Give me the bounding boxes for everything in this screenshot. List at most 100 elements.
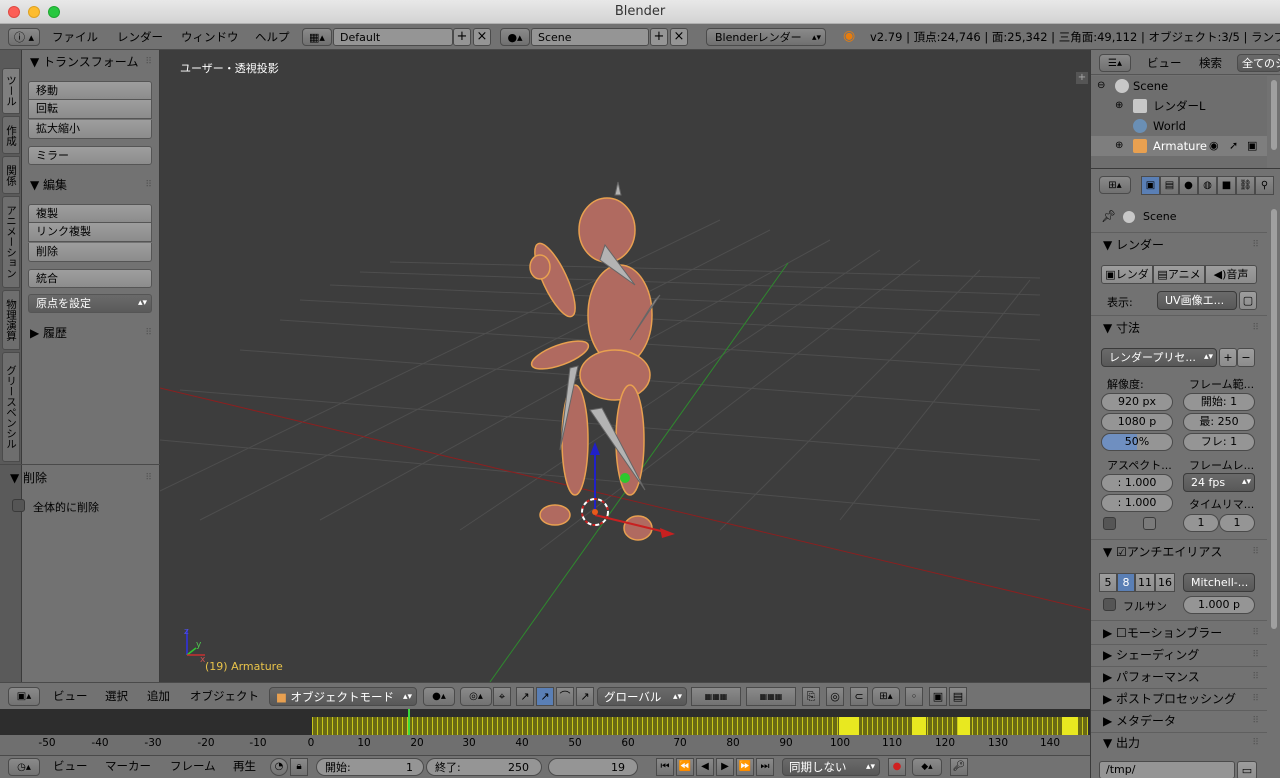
remap-old-field[interactable]: 1	[1183, 514, 1219, 532]
jump-keyframe-back-icon[interactable]: ⏪	[676, 758, 694, 776]
remove-layout-button[interactable]: ×	[473, 28, 491, 46]
resolution-y-field[interactable]: 1080 p	[1101, 413, 1173, 431]
start-frame-field[interactable]: 開始: 1	[316, 758, 424, 776]
delete-button[interactable]: 削除	[28, 243, 152, 262]
scene-field[interactable]: Scene	[531, 28, 649, 46]
resolution-percent-field[interactable]: 50%	[1101, 433, 1173, 451]
current-frame-line[interactable]	[408, 709, 410, 737]
keyframe-insert-icon[interactable]: 🔑︎	[950, 758, 968, 776]
translate-manipulator-icon[interactable]: ↗	[516, 687, 534, 706]
outliner-scrollbar[interactable]	[1271, 80, 1277, 150]
expand-icon[interactable]: ⊕	[1115, 96, 1123, 116]
render-panel-header[interactable]: ▼ レンダー ⠿	[1091, 235, 1267, 255]
keying-set-dropdown[interactable]: ◆▴	[912, 758, 942, 776]
resolution-x-field[interactable]: 920 px	[1101, 393, 1173, 411]
timeline-editor[interactable]: -50 -40 -30 -20 -10 0 10 20 30 40 50 60 …	[0, 709, 1090, 755]
browse-folder-icon[interactable]: ▭	[1237, 761, 1257, 778]
aspect-y-field[interactable]: : 1.000	[1101, 494, 1173, 512]
framerate-dropdown[interactable]: 24 fps ▴▾	[1183, 473, 1255, 492]
animation-button[interactable]: ▤アニメ	[1153, 265, 1205, 284]
translate-button[interactable]: 移動	[28, 81, 152, 100]
scale-button[interactable]: 拡大縮小	[28, 120, 152, 139]
frame-start-field[interactable]: 開始: 1	[1183, 393, 1255, 411]
duplicate-button[interactable]: 複製	[28, 204, 152, 223]
auto-keying-record-icon[interactable]: ●	[888, 758, 906, 776]
3d-viewport[interactable]: z y x ユーザー・透視投影 (19) Armature +	[160, 50, 1090, 682]
tab-constraints[interactable]: ⛓	[1236, 176, 1255, 195]
lock-layers-icon[interactable]: ⎘	[802, 687, 820, 706]
aspect-x-field[interactable]: : 1.000	[1101, 474, 1173, 492]
outliner-row-renderlayer[interactable]: ⊕ レンダーL	[1091, 96, 1267, 116]
preview-range-icon[interactable]: ◔	[270, 758, 288, 776]
expand-icon[interactable]: ⊕	[1115, 136, 1123, 156]
full-sample-checkbox[interactable]	[1103, 598, 1116, 611]
outliner-menu-view[interactable]: ビュー	[1147, 54, 1182, 72]
tab-armature[interactable]: ⚲	[1255, 176, 1274, 195]
eye-icon[interactable]: ◉	[1209, 136, 1219, 156]
outliner-display-mode-dropdown[interactable]: 全てのシ	[1237, 54, 1280, 72]
tab-object[interactable]: ■	[1217, 176, 1236, 195]
post-processing-panel-header[interactable]: ▶ ポストプロセッシング ⠿	[1091, 689, 1267, 709]
editor-type-outliner-button[interactable]: ☰▴	[1099, 54, 1131, 72]
jump-keyframe-forward-icon[interactable]: ⏩	[736, 758, 754, 776]
tab-create[interactable]: 作成	[2, 116, 20, 154]
outliner[interactable]: ☰▴ ビュー 検索 全てのシ ⊖ Scene ⊕ レンダーL World ⊕ A…	[1090, 50, 1280, 168]
menu-help[interactable]: ヘルプ	[255, 28, 290, 46]
display-dropdown[interactable]: UV画像エ...	[1157, 291, 1237, 310]
proportional-edit-icon[interactable]: ◎	[826, 687, 844, 706]
camera-icon[interactable]: ▣	[1247, 136, 1257, 156]
outliner-row-scene[interactable]: ⊖ Scene	[1091, 76, 1267, 96]
tab-scene[interactable]: ●	[1179, 176, 1198, 195]
aa-samples-11[interactable]: 11	[1135, 573, 1155, 592]
timeline-menu-playback[interactable]: 再生	[233, 758, 256, 776]
menu-view[interactable]: ビュー	[53, 687, 88, 706]
properties-editor[interactable]: ⊞▴ ▣ ▤ ● ◍ ■ ⛓ ⚲ 📌︎ Scene ▼ レンダー ⠿ ▣レンダ ▤…	[1090, 168, 1280, 778]
cursor-icon[interactable]: ➚	[1229, 136, 1238, 156]
tab-relations[interactable]: 関係	[2, 156, 20, 194]
expand-region-icon[interactable]: +	[1076, 72, 1088, 84]
menu-select[interactable]: 選択	[105, 687, 128, 706]
add-preset-button[interactable]: +	[1219, 348, 1237, 367]
mode-dropdown[interactable]: ■ オブジェクトモード ▴▾	[269, 687, 417, 706]
mirror-button[interactable]: ミラー	[28, 146, 152, 165]
duplicate-linked-button[interactable]: リンク複製	[28, 223, 152, 242]
editor-type-3dview-button[interactable]: ▣▴	[8, 687, 40, 706]
tab-physics[interactable]: 物理演算	[2, 290, 20, 350]
tab-render[interactable]: ▣	[1141, 176, 1160, 195]
sync-mode-dropdown[interactable]: 同期しない ▴▾	[782, 758, 880, 776]
filter-size-field[interactable]: 1.000 p	[1183, 596, 1255, 614]
scale-manipulator-icon[interactable]: ⌒	[556, 687, 574, 706]
play-reverse-icon[interactable]: ◀	[696, 758, 714, 776]
antialiasing-panel-header[interactable]: ▼ ☑アンチエイリアス ⠿	[1091, 542, 1267, 562]
global-delete-checkbox[interactable]	[12, 499, 25, 512]
play-icon[interactable]: ▶	[716, 758, 734, 776]
outliner-menu-search[interactable]: 検索	[1199, 54, 1222, 72]
snap-target-icon[interactable]: ◦	[905, 687, 923, 706]
rotate-manipulator-icon[interactable]: ↗	[536, 687, 554, 706]
render-still-icon[interactable]: ▣	[929, 687, 947, 706]
tab-grease-pencil[interactable]: グリースペンシル	[2, 352, 20, 462]
delete-operator-header[interactable]: ▼ 削除 ⠿	[2, 468, 160, 488]
editor-type-properties-button[interactable]: ⊞▴	[1099, 176, 1131, 194]
menu-object[interactable]: オブジェクト	[190, 687, 259, 706]
add-layout-button[interactable]: +	[453, 28, 471, 46]
layout-icon[interactable]: ▦▴	[302, 28, 332, 46]
menu-file[interactable]: ファイル	[52, 28, 98, 46]
outliner-row-world[interactable]: World	[1091, 116, 1267, 136]
aa-samples-8[interactable]: 8	[1117, 573, 1135, 592]
tab-world[interactable]: ◍	[1198, 176, 1217, 195]
timeline-menu-view[interactable]: ビュー	[53, 758, 88, 776]
metadata-panel-header[interactable]: ▶ メタデータ ⠿	[1091, 711, 1267, 731]
render-engine-dropdown[interactable]: Blenderレンダー ▴▾	[706, 28, 826, 46]
scene-icon[interactable]: ●▴	[500, 28, 530, 46]
end-frame-field[interactable]: 終了: 250	[426, 758, 542, 776]
current-frame-field[interactable]: 19	[548, 758, 638, 776]
outliner-row-armature[interactable]: ⊕ Armature ◉ ➚ ▣	[1091, 136, 1267, 156]
render-preset-dropdown[interactable]: レンダープリセ... ▴▾	[1101, 348, 1217, 367]
jump-start-icon[interactable]: ⏮	[656, 758, 674, 776]
timeline-menu-marker[interactable]: マーカー	[105, 758, 151, 776]
viewport-shading-dropdown[interactable]: ●▴	[423, 687, 455, 706]
output-panel-header[interactable]: ▼ 出力 ⠿	[1091, 733, 1267, 753]
antialiasing-checkbox[interactable]: ☑	[1116, 545, 1127, 559]
layers-grid-b[interactable]: ▦▦▦	[746, 687, 796, 706]
